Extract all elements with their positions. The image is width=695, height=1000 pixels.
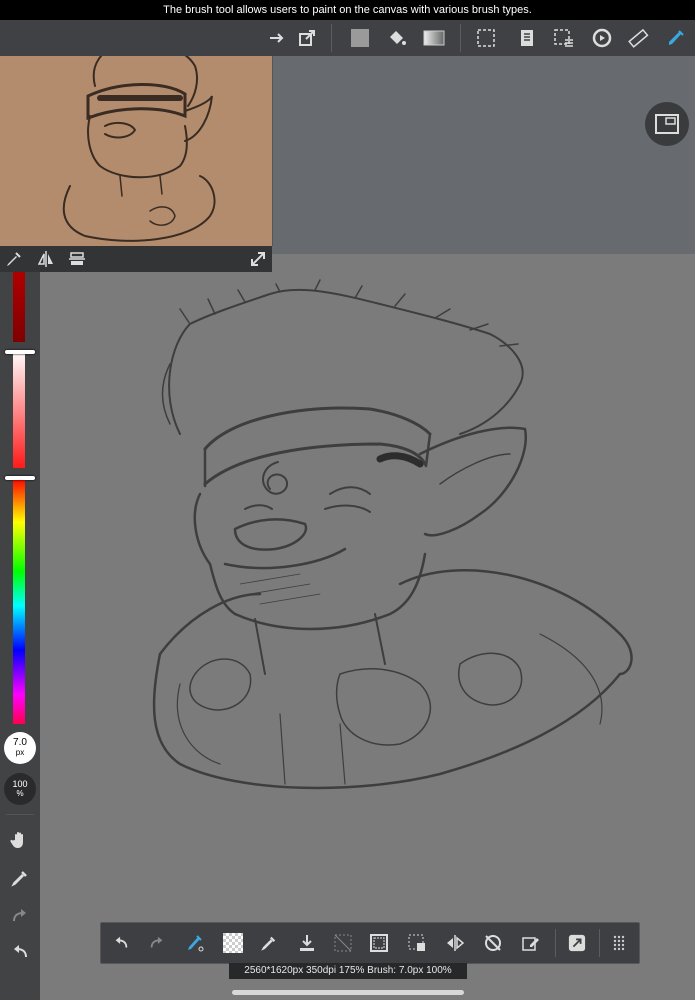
- opacity-value: 100: [12, 779, 28, 789]
- hue-slider[interactable]: [13, 478, 25, 724]
- undo-icon[interactable]: [8, 940, 32, 964]
- deselect-button[interactable]: [331, 931, 355, 955]
- layers-icon[interactable]: [513, 24, 541, 52]
- rotate-icon[interactable]: [588, 24, 616, 52]
- bucket-icon[interactable]: [383, 24, 411, 52]
- redo-button[interactable]: [145, 931, 169, 955]
- flip-button[interactable]: [443, 931, 467, 955]
- ruler-icon[interactable]: [624, 24, 652, 52]
- navigator-toggle-button[interactable]: [645, 102, 689, 146]
- select-menu-icon[interactable]: [550, 24, 578, 52]
- brightness-slider[interactable]: [13, 350, 25, 468]
- drawing-canvas[interactable]: [40, 254, 695, 1000]
- eyedropper-tool-icon[interactable]: [8, 866, 32, 890]
- resize-icon[interactable]: [248, 249, 268, 269]
- hand-icon[interactable]: [8, 828, 32, 852]
- select-all-button[interactable]: [367, 931, 391, 955]
- fill-color-icon[interactable]: [346, 24, 374, 52]
- more-grid-icon[interactable]: [607, 931, 631, 955]
- transparency-button[interactable]: [221, 931, 245, 955]
- select-icon[interactable]: [472, 24, 500, 52]
- canvas-upper-region: [270, 56, 695, 254]
- hue-slider-handle[interactable]: [5, 476, 35, 480]
- share-button[interactable]: [565, 931, 589, 955]
- export-icon[interactable]: [293, 24, 321, 52]
- undo-button[interactable]: [109, 931, 133, 955]
- bottom-toolbar: [100, 922, 640, 964]
- import-button[interactable]: [295, 931, 319, 955]
- flip-horizontal-icon[interactable]: [36, 249, 56, 269]
- sketch-drawing: [152, 279, 633, 790]
- navigator-preview[interactable]: [0, 26, 273, 246]
- rotate-off-button[interactable]: [481, 931, 505, 955]
- selection-fill-button[interactable]: [405, 931, 429, 955]
- brush-size-value: 7.0: [13, 737, 27, 748]
- opacity-unit: %: [16, 789, 24, 798]
- brush-icon[interactable]: [662, 24, 690, 52]
- brush-tool-button[interactable]: [183, 931, 207, 955]
- status-bar: 2560*1620px 350dpi 175% Brush: 7.0px 100…: [229, 963, 467, 979]
- top-toolbar: [0, 20, 695, 56]
- brush-size-indicator[interactable]: 7.0 px: [4, 732, 36, 764]
- eyedropper-button[interactable]: [257, 931, 281, 955]
- opacity-indicator[interactable]: 100 %: [4, 773, 36, 805]
- navigator-toolbar: [0, 246, 272, 272]
- brush-size-unit: px: [15, 748, 25, 757]
- transform-icon[interactable]: [262, 24, 290, 52]
- brightness-slider-handle[interactable]: [5, 350, 35, 354]
- color-swatch-dark[interactable]: [13, 272, 25, 342]
- eyedropper-icon[interactable]: [4, 249, 24, 269]
- home-indicator[interactable]: [232, 990, 464, 995]
- gradient-icon[interactable]: [420, 24, 448, 52]
- tooltip-banner: The brush tool allows users to paint on …: [0, 0, 695, 20]
- redo-icon[interactable]: [8, 904, 32, 928]
- left-tool-panel: 7.0 px 100 %: [0, 272, 40, 1000]
- flip-vertical-icon[interactable]: [67, 249, 87, 269]
- edit-button[interactable]: [519, 931, 543, 955]
